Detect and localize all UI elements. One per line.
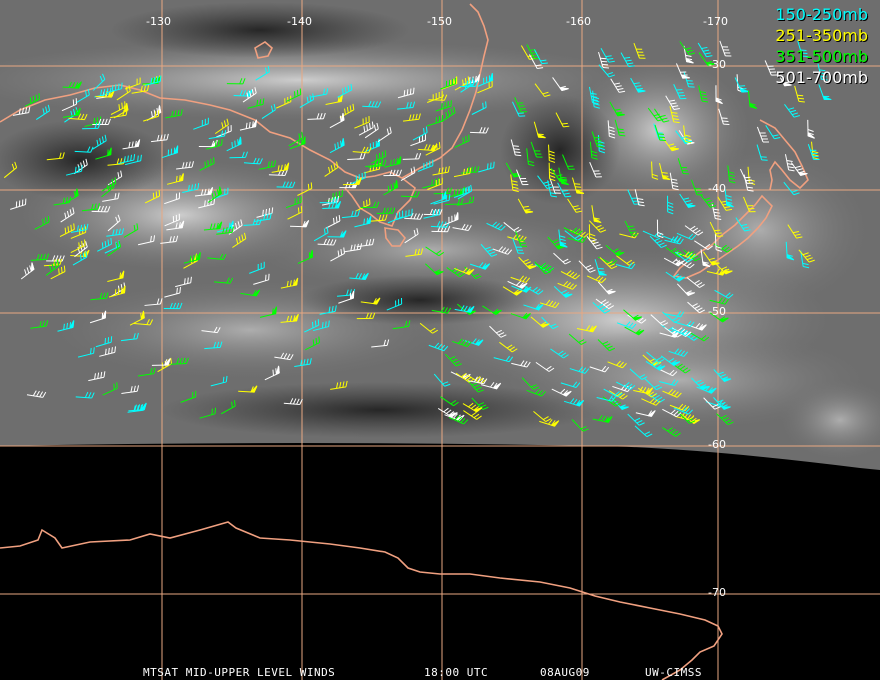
footer-product: MTSAT MID-UPPER LEVEL WINDS: [143, 666, 336, 679]
legend-item-251-350: 251-350mb: [775, 26, 868, 45]
water-vapor-imagery: [0, 0, 880, 470]
lat-label-30: -30: [708, 58, 726, 71]
pressure-legend: 150-250mb 251-350mb 351-500mb 501-700mb: [775, 4, 868, 88]
legend-item-150-250: 150-250mb: [775, 5, 868, 24]
footer-date: 08AUG09: [540, 666, 590, 679]
lat-label-50: -50: [708, 305, 726, 318]
lon-label-150: -150: [427, 15, 452, 28]
lat-label-40: -40: [708, 182, 726, 195]
satellite-wind-map: -130 -140 -150 -160 -170 -30 -40 -50 -60…: [0, 0, 880, 680]
lon-label-160: -160: [566, 15, 591, 28]
map-canvas: [0, 0, 880, 680]
lon-label-140: -140: [287, 15, 312, 28]
legend-item-501-700: 501-700mb: [775, 68, 868, 87]
lat-label-70: -70: [708, 586, 726, 599]
lon-label-170: -170: [703, 15, 728, 28]
legend-item-351-500: 351-500mb: [775, 47, 868, 66]
footer-time: 18:00 UTC: [424, 666, 489, 679]
footer-source: UW-CIMSS: [645, 666, 702, 679]
lat-label-60: -60: [708, 438, 726, 451]
antarctica-coast: [0, 521, 723, 680]
lon-label-130: -130: [146, 15, 171, 28]
